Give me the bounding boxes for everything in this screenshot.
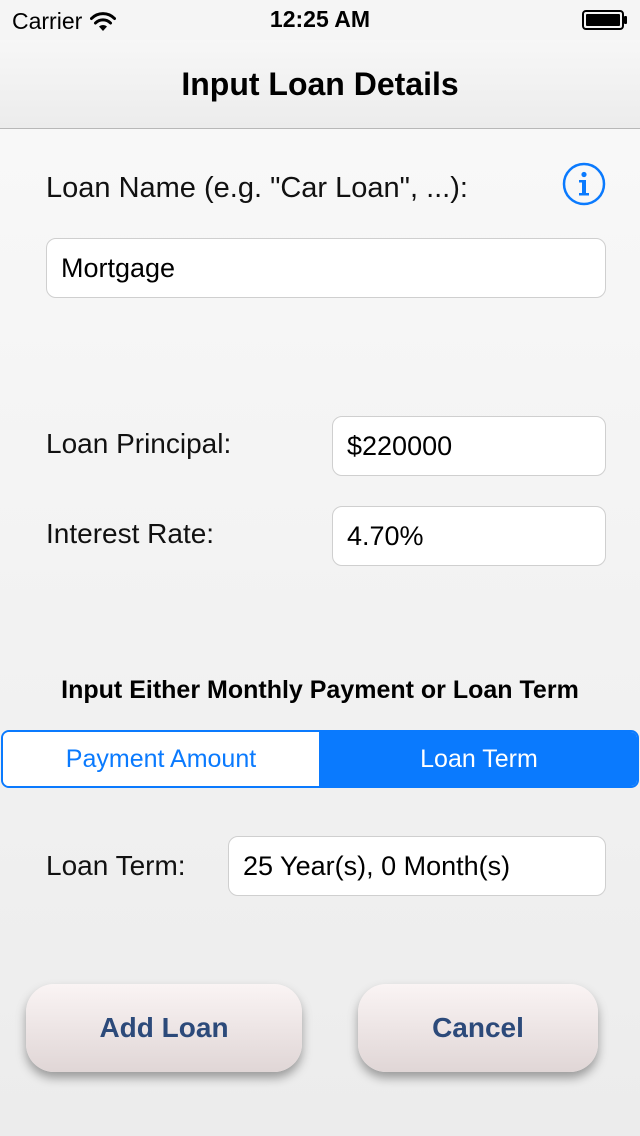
section-title: Input Either Monthly Payment or Loan Ter…	[61, 676, 579, 704]
battery-icon	[582, 10, 627, 30]
add-loan-button[interactable]: Add Loan	[26, 984, 302, 1072]
loan-name-label: Loan Name (e.g. "Car Loan", ...):	[46, 172, 468, 204]
interest-rate-label: Interest Rate:	[46, 518, 215, 549]
segment-payment-amount[interactable]: Payment Amount	[3, 732, 321, 786]
status-bar: Carrier 12:25 AM	[0, 0, 640, 40]
cancel-button[interactable]: Cancel	[358, 984, 598, 1072]
loan-principal-label: Loan Principal:	[46, 428, 232, 459]
status-time: 12:25 AM	[269, 6, 371, 32]
loan-term-label: Loan Term:	[46, 850, 186, 881]
loan-term-input[interactable]: 25 Year(s), 0 Month(s)	[228, 836, 606, 896]
segment-loan-term[interactable]: Loan Term	[321, 732, 637, 786]
info-icon[interactable]	[562, 162, 606, 206]
loan-principal-input[interactable]: $220000	[332, 416, 606, 476]
navigation-bar: Input Loan Details	[0, 40, 640, 129]
interest-rate-input[interactable]: 4.70%	[332, 506, 606, 566]
page-title: Input Loan Details	[181, 66, 459, 102]
payment-mode-segmented-control: Payment Amount Loan Term	[1, 730, 639, 788]
loan-name-input[interactable]: Mortgage	[46, 238, 606, 298]
